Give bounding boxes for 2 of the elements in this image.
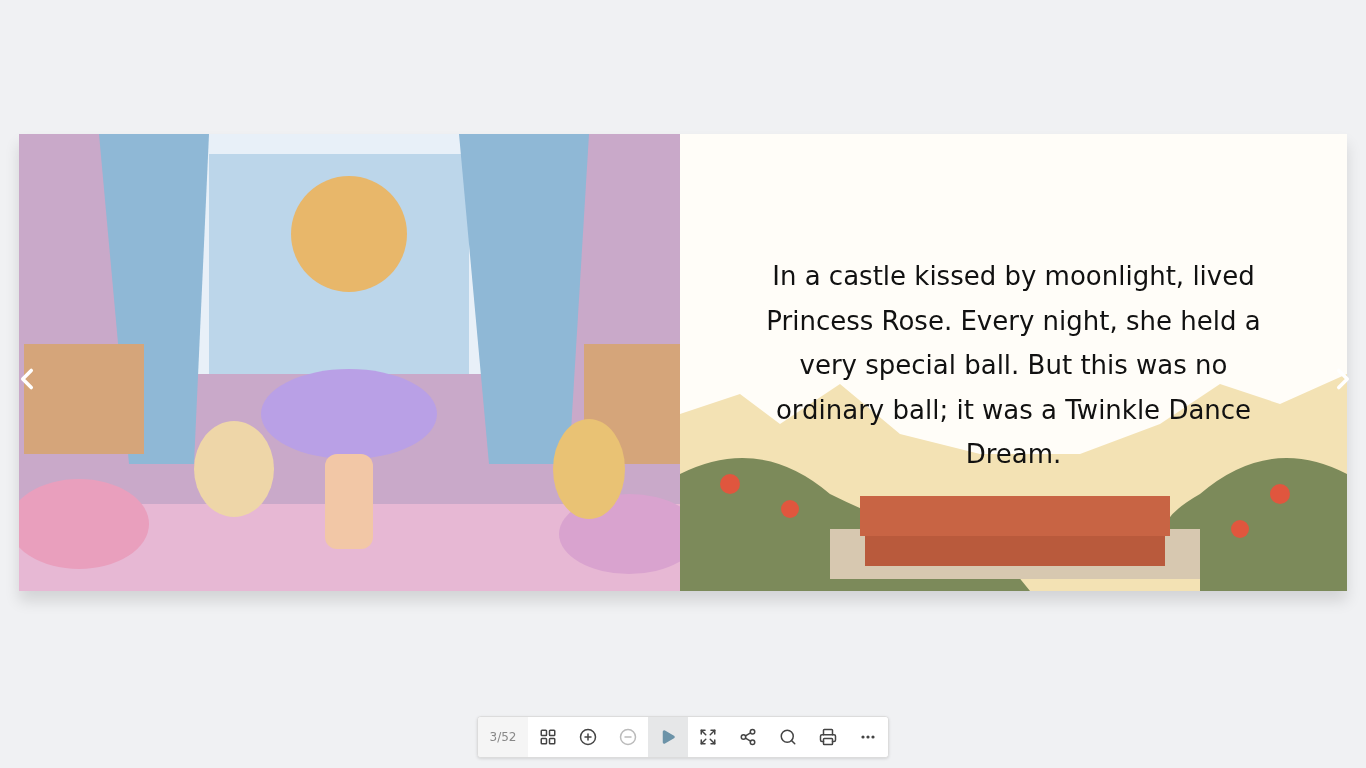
story-text: In a castle kissed by moonlight, lived Princess Rose. Every night, she held a very special ball. But this was no ordinary ball; it was a Twinkle Dance Dream. [765,260,1262,471]
page-counter: 3/52 [478,717,528,757]
